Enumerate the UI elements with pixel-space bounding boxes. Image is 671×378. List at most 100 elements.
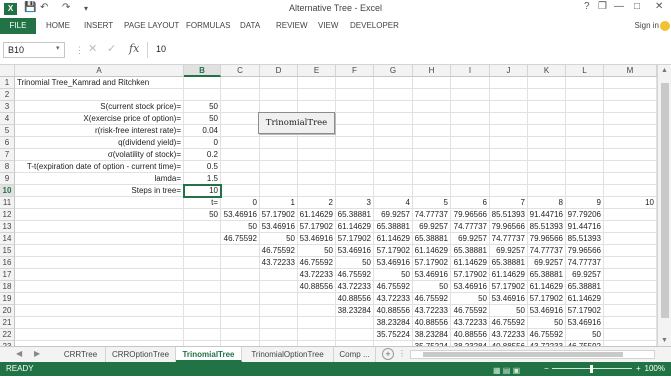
- grid-cell[interactable]: [260, 161, 298, 173]
- tree-node-cell[interactable]: 69.9257: [374, 209, 413, 221]
- tree-node-cell[interactable]: 40.88556: [374, 305, 413, 317]
- grid-cell[interactable]: [528, 113, 566, 125]
- grid-cell[interactable]: [490, 89, 528, 101]
- tree-node-cell[interactable]: 43.72233: [451, 317, 490, 329]
- grid-cell[interactable]: [604, 77, 657, 89]
- grid-cell[interactable]: [298, 89, 336, 101]
- grid-cell[interactable]: [260, 329, 298, 341]
- grid-cell[interactable]: [604, 329, 657, 341]
- row-header-3[interactable]: 3: [0, 101, 15, 113]
- grid-cell[interactable]: [298, 305, 336, 317]
- grid-cell[interactable]: [260, 305, 298, 317]
- tree-node-cell[interactable]: 57.17902: [336, 233, 374, 245]
- grid-cell[interactable]: [15, 305, 184, 317]
- tree-node-cell[interactable]: 38.23284: [336, 305, 374, 317]
- cell-b5-value[interactable]: 0.04: [184, 125, 221, 137]
- next-sheet-icon[interactable]: ▶: [34, 349, 40, 358]
- cell-b3-value[interactable]: 50: [184, 101, 221, 113]
- grid-cell[interactable]: [221, 245, 260, 257]
- grid-cell[interactable]: [451, 89, 490, 101]
- grid-cell[interactable]: [566, 161, 604, 173]
- grid-cell[interactable]: [566, 89, 604, 101]
- tree-node-cell[interactable]: 46.75592: [260, 245, 298, 257]
- grid-cell[interactable]: [451, 185, 490, 197]
- grid-cell[interactable]: [221, 101, 260, 113]
- grid-cell[interactable]: [374, 173, 413, 185]
- tree-node-cell[interactable]: 57.17902: [451, 269, 490, 281]
- tree-node-cell[interactable]: 46.75592: [451, 305, 490, 317]
- tree-node-cell[interactable]: 61.14629: [336, 221, 374, 233]
- tree-node-cell[interactable]: 46.75592: [221, 233, 260, 245]
- tree-node-cell[interactable]: 53.46916: [221, 209, 260, 221]
- vertical-scrollbar[interactable]: ▲ ▼: [657, 65, 671, 346]
- tree-node-cell[interactable]: 57.17902: [374, 245, 413, 257]
- grid-cell[interactable]: [604, 113, 657, 125]
- sign-in-link[interactable]: Sign in: [635, 21, 659, 30]
- grid-cell[interactable]: [566, 185, 604, 197]
- grid-cell[interactable]: [451, 101, 490, 113]
- tree-node-cell[interactable]: 61.14629: [566, 293, 604, 305]
- tree-node-cell[interactable]: 43.72233: [260, 257, 298, 269]
- row-header-18[interactable]: 18: [0, 281, 15, 293]
- tab-page-layout[interactable]: PAGE LAYOUT: [124, 21, 179, 30]
- grid-cell[interactable]: [298, 317, 336, 329]
- grid-cell[interactable]: [260, 317, 298, 329]
- column-header-f[interactable]: F: [336, 65, 374, 77]
- grid-cell[interactable]: [528, 137, 566, 149]
- grid-cell[interactable]: [413, 125, 451, 137]
- grid-cell[interactable]: [604, 101, 657, 113]
- tree-node-cell[interactable]: 46.75592: [298, 257, 336, 269]
- column-header-j[interactable]: J: [490, 65, 528, 77]
- tree-node-cell[interactable]: 61.14629: [298, 209, 336, 221]
- grid-cell[interactable]: [604, 89, 657, 101]
- grid-cell[interactable]: [184, 293, 221, 305]
- tree-node-cell[interactable]: 50: [221, 221, 260, 233]
- cell-a9-label[interactable]: lamda=: [15, 173, 184, 185]
- tabs-grip-icon[interactable]: ⋮: [398, 349, 406, 358]
- zoom-slider-knob[interactable]: [590, 365, 593, 373]
- grid-cell[interactable]: [15, 281, 184, 293]
- grid-cell[interactable]: [336, 137, 374, 149]
- tree-node-cell[interactable]: 57.17902: [528, 293, 566, 305]
- grid-cell[interactable]: [374, 77, 413, 89]
- tree-node-cell[interactable]: 53.46916: [374, 257, 413, 269]
- cell-a10-label[interactable]: Steps in tree=: [15, 185, 184, 197]
- grid-cell[interactable]: [221, 305, 260, 317]
- tree-node-cell[interactable]: 40.88556: [336, 293, 374, 305]
- insert-function-icon[interactable]: fx: [129, 42, 139, 55]
- close-icon[interactable]: ✕: [655, 1, 663, 12]
- grid-cell[interactable]: [336, 329, 374, 341]
- column-header-g[interactable]: G: [374, 65, 413, 77]
- grid-cell[interactable]: [490, 161, 528, 173]
- row-header-8[interactable]: 8: [0, 161, 15, 173]
- tree-node-cell[interactable]: 50: [451, 293, 490, 305]
- horizontal-scrollbar[interactable]: [410, 350, 655, 359]
- tree-node-cell[interactable]: 79.96566: [490, 221, 528, 233]
- tree-node-cell[interactable]: 50: [528, 317, 566, 329]
- column-header-a[interactable]: A: [15, 65, 184, 77]
- time-step-cell[interactable]: 5: [413, 197, 451, 209]
- grid-cell[interactable]: [490, 137, 528, 149]
- tree-node-cell[interactable]: 53.46916: [298, 233, 336, 245]
- sheet-tab-crrtree[interactable]: CRRTree: [56, 347, 106, 362]
- grid-cell[interactable]: [374, 113, 413, 125]
- grid-cell[interactable]: [221, 329, 260, 341]
- add-sheet-icon[interactable]: +: [382, 348, 394, 360]
- grid-cell[interactable]: [298, 77, 336, 89]
- grid-cell[interactable]: [451, 161, 490, 173]
- grid-cell[interactable]: [260, 293, 298, 305]
- grid-cell[interactable]: [184, 317, 221, 329]
- tree-node-cell[interactable]: 50: [490, 305, 528, 317]
- grid-cell[interactable]: [490, 77, 528, 89]
- grid-cell[interactable]: [604, 305, 657, 317]
- grid-cell[interactable]: [413, 185, 451, 197]
- grid-cell[interactable]: [184, 221, 221, 233]
- tree-node-cell[interactable]: 57.17902: [490, 281, 528, 293]
- grid-cell[interactable]: [15, 245, 184, 257]
- zoom-out-icon[interactable]: −: [544, 362, 549, 376]
- grid-cell[interactable]: [451, 173, 490, 185]
- grid-cell[interactable]: [260, 173, 298, 185]
- grid-cell[interactable]: [221, 137, 260, 149]
- tree-node-cell[interactable]: 65.38881: [451, 245, 490, 257]
- tree-node-cell[interactable]: 46.75592: [374, 281, 413, 293]
